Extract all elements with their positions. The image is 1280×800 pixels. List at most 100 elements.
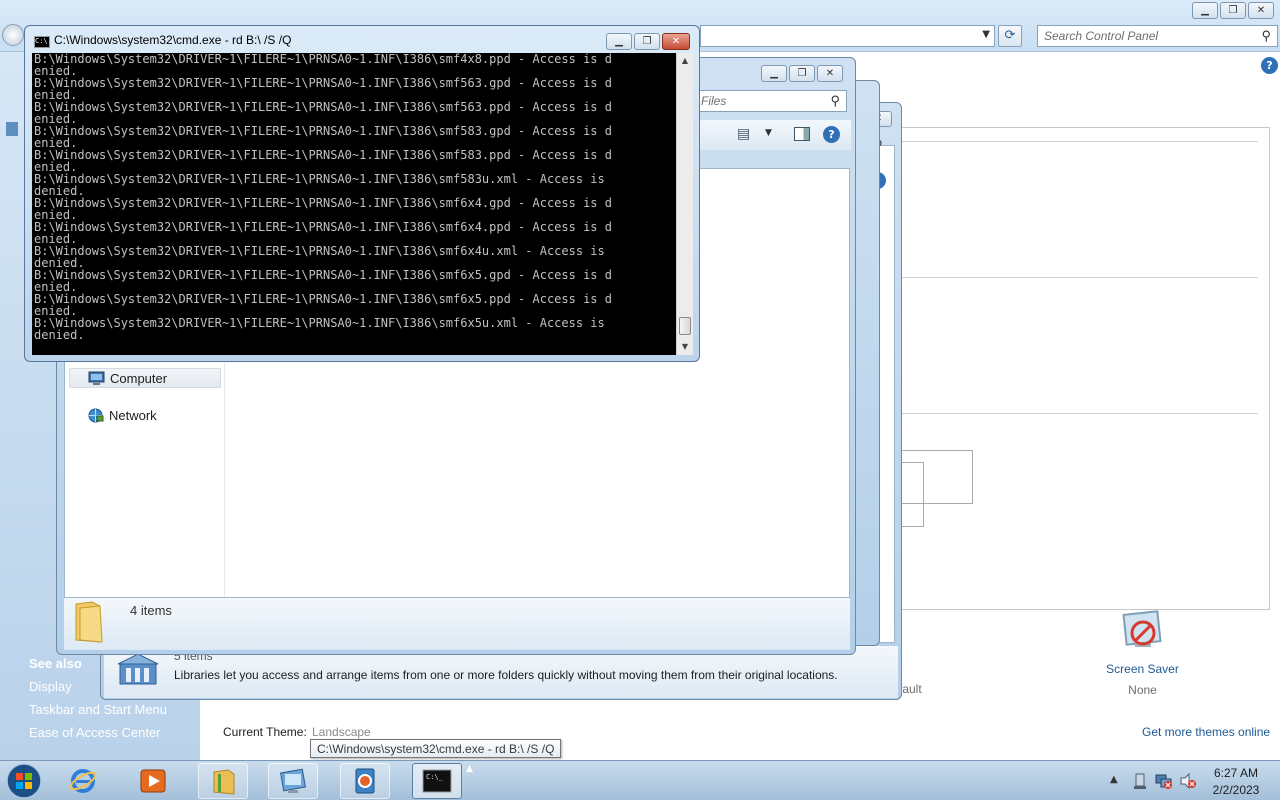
console-line: B:\Windows\System32\DRIVER~1\FILERE~1\PR… [34,172,605,186]
back-button[interactable] [2,24,24,46]
chevron-down-icon[interactable]: ▼ [982,29,990,40]
console-line: B:\Windows\System32\DRIVER~1\FILERE~1\PR… [34,196,612,210]
taskbar: C:\_ ▲ 6:27 AM 2/2/2023 [0,760,1280,800]
refresh-icon: ⟳ [1004,28,1016,43]
close-button[interactable]: ✕ [662,33,690,50]
volume-muted-icon[interactable] [1179,772,1197,790]
console-output: B:\Windows\System32\DRIVER~1\FILERE~1\PR… [34,53,674,341]
close-button[interactable]: ✕ [1248,2,1274,19]
see-also-heading: See also [29,656,82,671]
taskbar-control-panel[interactable] [268,763,318,799]
theme-divider [900,141,1258,142]
console-line: denied. [34,328,85,342]
current-theme-label: Current Theme: [223,725,307,739]
minimize-button[interactable]: ▁ [761,65,787,82]
console-line: B:\Windows\System32\DRIVER~1\FILERE~1\PR… [34,76,612,90]
start-button[interactable] [4,762,44,800]
address-bar[interactable]: ▼ [700,25,995,47]
theme-thumbnail[interactable] [900,462,924,527]
search-icon[interactable]: ⚲ [1261,28,1271,44]
change-view-icon[interactable]: ▤ [737,126,750,142]
computer-icon [88,371,105,385]
get-more-themes-link[interactable]: Get more themes online [1142,725,1270,739]
network-status-icon[interactable] [1155,772,1173,790]
command-prompt-icon: C:\_ [422,769,452,793]
nav-item-label: Computer [110,371,168,386]
console-line: B:\Windows\System32\DRIVER~1\FILERE~1\PR… [34,148,612,162]
search-placeholder: Search Control Panel [1044,29,1159,43]
current-theme-value: Landscape [312,725,371,739]
clock-date[interactable]: 2/2/2023 [1204,783,1268,797]
theme-divider [900,413,1258,414]
library-icon [117,653,159,685]
close-button[interactable]: ✕ [817,65,843,82]
console-line: B:\Windows\System32\DRIVER~1\FILERE~1\PR… [34,316,605,330]
nav-item-network[interactable]: Network [69,406,221,426]
network-icon [88,408,104,423]
ease-of-access-link[interactable]: Ease of Access Center [29,725,161,740]
maximize-button[interactable]: ❐ [1220,2,1246,19]
screen-saver-value: None [1128,683,1157,697]
taskbar-internet-explorer[interactable] [58,763,108,799]
item-count: 4 items [130,603,172,618]
window-caption-buttons: ▁ ❐ ✕ [606,33,690,50]
search-input[interactable]: Search Control Panel ⚲ [1037,25,1278,47]
active-window-indicator: ▲ [466,764,473,774]
folder-icon [75,601,103,643]
explorer-status-bar: 4 items [64,598,850,650]
window-caption-buttons: ▁ ❐ ✕ [761,65,843,82]
maximize-button[interactable]: ❐ [789,65,815,82]
control-panel-icon [280,768,306,793]
help-icon[interactable]: ? [823,126,840,143]
help-icon[interactable]: ? [1261,57,1278,74]
taskbar-windows-explorer[interactable] [198,763,248,799]
console-line: B:\Windows\System32\DRIVER~1\FILERE~1\PR… [34,244,605,258]
action-center-icon[interactable] [1131,772,1149,790]
theme-divider [900,277,1258,278]
chevron-down-icon[interactable]: ▼ [765,128,772,138]
taskbar-command-prompt[interactable]: C:\_ [412,763,462,799]
control-panel-home-icon[interactable] [6,122,18,136]
search-icon[interactable]: ⚲ [830,93,840,109]
taskbar-start-menu-link[interactable]: Taskbar and Start Menu [29,702,167,717]
sound-value-fragment: fault [899,682,922,696]
refresh-button[interactable]: ⟳ [998,25,1022,47]
console-line: B:\Windows\System32\DRIVER~1\FILERE~1\PR… [34,268,612,282]
taskbar-tooltip: C:\Windows\system32\cmd.exe - rd B:\ /S … [310,739,562,758]
show-hidden-icons-button[interactable]: ▲ [1110,774,1118,785]
scrollbar[interactable]: ▲ ▼ [676,53,693,355]
folder-icon [213,769,235,795]
window-caption-buttons: ▁ ❐ ✕ [1192,2,1274,19]
minimize-button[interactable]: ▁ [606,33,632,50]
console-output-area[interactable]: B:\Windows\System32\DRIVER~1\FILERE~1\PR… [32,53,693,355]
window-title: C:\Windows\system32\cmd.exe - rd B:\ /S … [54,33,292,47]
screen-saver-icon[interactable] [1121,609,1165,653]
explorer-toolbar: ▤ ▼ ? [697,120,851,150]
taskbar-media-center[interactable] [340,763,390,799]
scroll-up-arrow[interactable]: ▲ [677,53,693,69]
preview-pane-icon[interactable] [794,127,810,141]
maximize-button[interactable]: ❐ [634,33,660,50]
screen-saver-link[interactable]: Screen Saver [1080,662,1205,676]
display-link[interactable]: Display [29,679,72,694]
taskbar-media-player[interactable] [128,763,178,799]
console-line: B:\Windows\System32\DRIVER~1\FILERE~1\PR… [34,292,612,306]
console-line: B:\Windows\System32\DRIVER~1\FILERE~1\PR… [34,124,612,138]
scroll-thumb[interactable] [679,317,691,335]
svg-text:C:\_: C:\_ [426,773,444,781]
clock-time[interactable]: 6:27 AM [1204,766,1268,780]
search-input[interactable]: Files ⚲ [697,90,847,112]
cmd-icon[interactable]: C:\ [34,36,50,48]
theme-list [900,127,1270,610]
console-line: B:\Windows\System32\DRIVER~1\FILERE~1\PR… [34,53,612,66]
cmd-window: C:\ C:\Windows\system32\cmd.exe - rd B:\… [24,25,700,362]
console-line: B:\Windows\System32\DRIVER~1\FILERE~1\PR… [34,220,612,234]
media-center-icon [355,768,375,794]
libraries-description: Libraries let you access and arrange ite… [174,668,838,682]
scroll-down-arrow[interactable]: ▼ [677,339,693,355]
console-line: B:\Windows\System32\DRIVER~1\FILERE~1\PR… [34,100,612,114]
minimize-button[interactable]: ▁ [1192,2,1218,19]
media-player-icon [140,769,166,793]
nav-item-computer[interactable]: Computer [69,368,221,388]
internet-explorer-icon [69,769,97,793]
